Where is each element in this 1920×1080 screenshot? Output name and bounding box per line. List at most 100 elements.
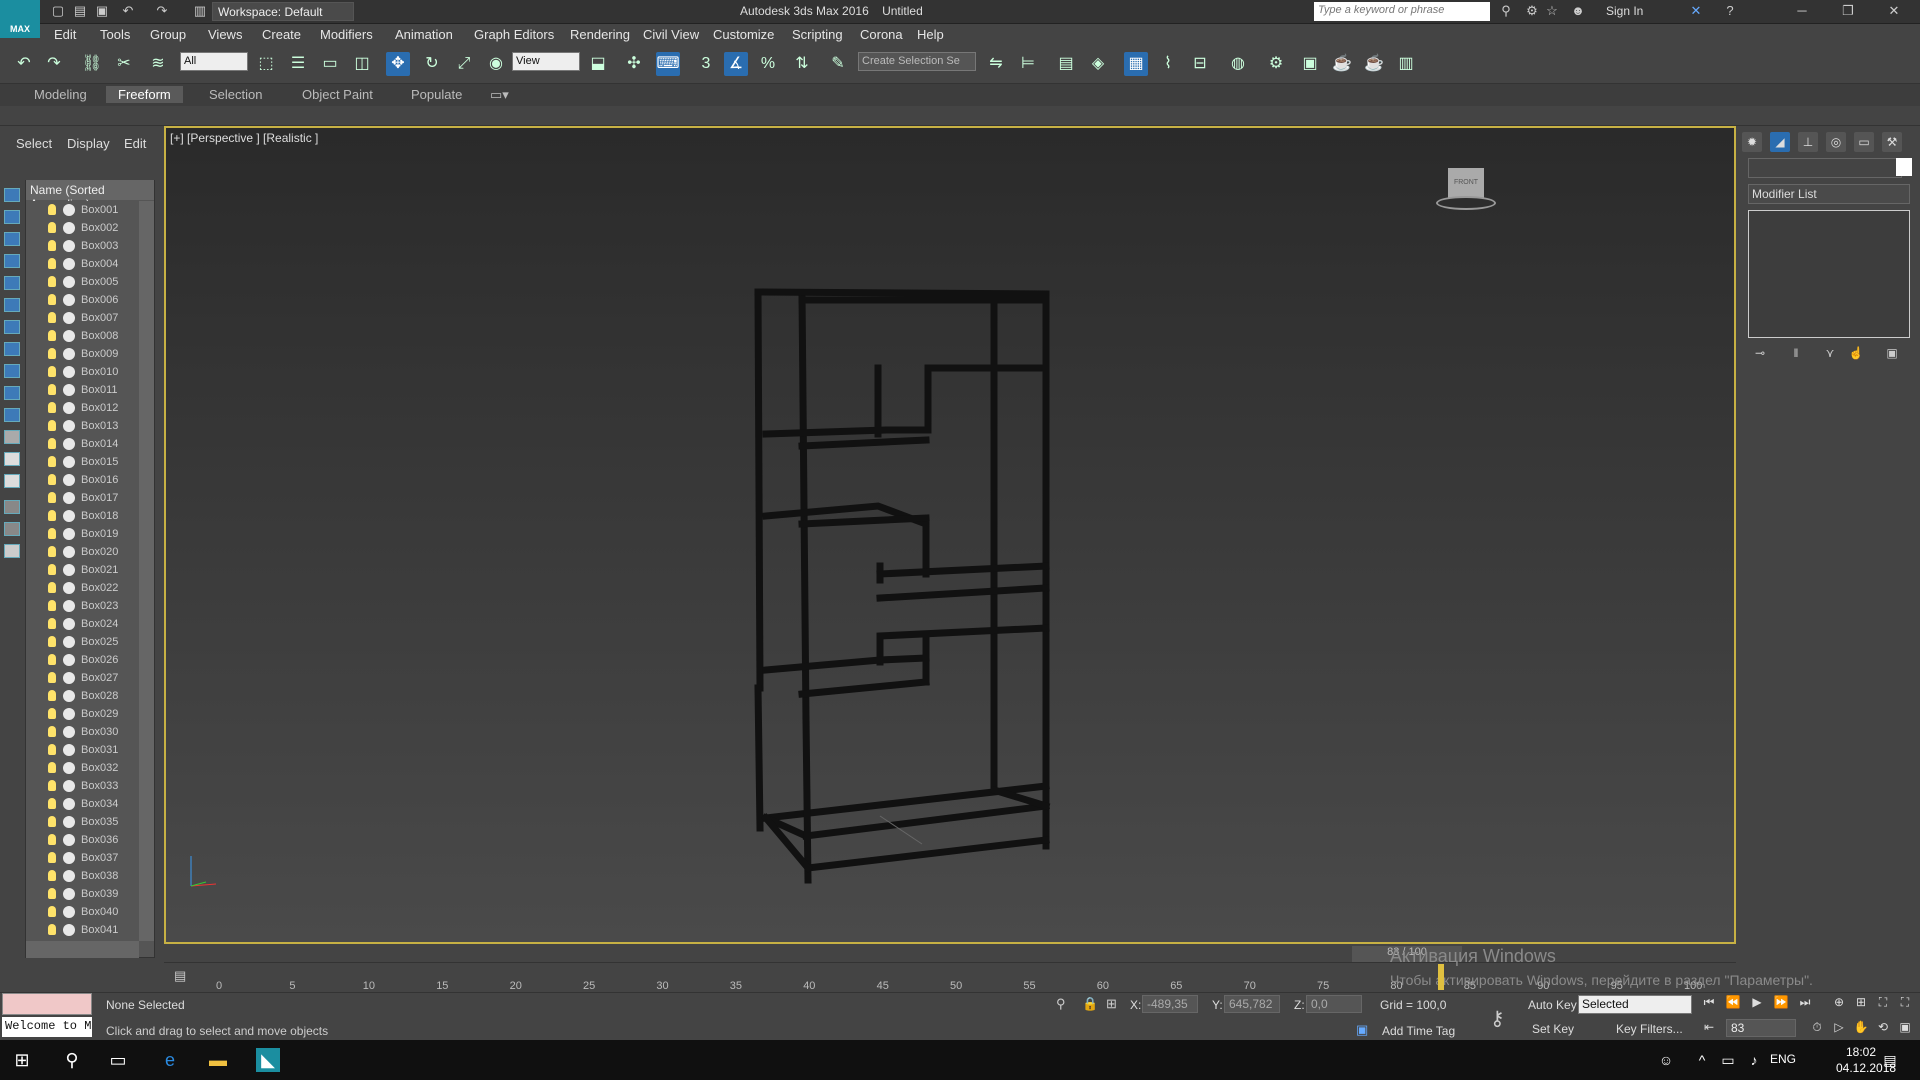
- render-icon[interactable]: ☕: [1330, 52, 1354, 76]
- menu-group[interactable]: Group: [150, 27, 186, 42]
- select-all-icon[interactable]: [4, 430, 20, 444]
- light-bulb-icon[interactable]: [48, 708, 56, 719]
- perspective-viewport[interactable]: FRONT: [164, 126, 1736, 944]
- redo-quick-icon[interactable]: ↷: [154, 3, 170, 19]
- mini-curve-editor-icon[interactable]: ▤: [174, 968, 186, 984]
- light-bulb-icon[interactable]: [48, 762, 56, 773]
- scene-menu-display[interactable]: Display: [67, 136, 110, 151]
- exchange-icon[interactable]: ✕: [1688, 3, 1704, 19]
- list-item[interactable]: Box017: [26, 489, 139, 507]
- list-item[interactable]: Box036: [26, 831, 139, 849]
- display-geometry-icon[interactable]: [4, 188, 20, 202]
- list-item[interactable]: Box040: [26, 903, 139, 921]
- menu-graph-editors[interactable]: Graph Editors: [474, 27, 554, 42]
- zoom-icon[interactable]: ⊕: [1830, 995, 1848, 1011]
- visibility-icon[interactable]: [63, 924, 75, 936]
- task-view-icon[interactable]: ▭: [106, 1048, 130, 1072]
- snaps-toggle-icon[interactable]: 3: [694, 52, 718, 76]
- light-bulb-icon[interactable]: [48, 906, 56, 917]
- light-bulb-icon[interactable]: [48, 330, 56, 341]
- list-item[interactable]: Box034: [26, 795, 139, 813]
- display-bones-icon[interactable]: [4, 364, 20, 378]
- light-bulb-icon[interactable]: [48, 564, 56, 575]
- visibility-icon[interactable]: [63, 618, 75, 630]
- visibility-icon[interactable]: [63, 276, 75, 288]
- undo-icon[interactable]: ↶: [12, 52, 36, 76]
- visibility-icon[interactable]: [63, 240, 75, 252]
- go-to-start-icon[interactable]: ⏮: [1700, 995, 1718, 1011]
- project-folder-icon[interactable]: ▥: [192, 3, 208, 19]
- light-bulb-icon[interactable]: [48, 204, 56, 215]
- visibility-icon[interactable]: [63, 798, 75, 810]
- play-icon[interactable]: ▶: [1748, 995, 1766, 1011]
- pivot-center-icon[interactable]: ⬓: [586, 52, 610, 76]
- menu-rendering[interactable]: Rendering: [570, 27, 630, 42]
- tab-populate[interactable]: Populate: [411, 87, 462, 102]
- show-end-result-icon[interactable]: ‖: [1788, 346, 1804, 360]
- pin-stack-icon[interactable]: ⊸: [1752, 346, 1768, 360]
- light-bulb-icon[interactable]: [48, 474, 56, 485]
- reference-coordinate-dropdown[interactable]: View: [512, 52, 580, 71]
- visibility-icon[interactable]: [63, 708, 75, 720]
- help-icon[interactable]: ?: [1722, 3, 1738, 19]
- binoculars-icon[interactable]: ⚲: [1498, 3, 1514, 19]
- light-bulb-icon[interactable]: [48, 852, 56, 863]
- app-logo[interactable]: MAX: [0, 0, 40, 38]
- visibility-icon[interactable]: [63, 744, 75, 756]
- zoom-extents-all-icon[interactable]: ⛶: [1896, 995, 1914, 1011]
- open-file-icon[interactable]: ▤: [72, 3, 88, 19]
- keyboard-shortcut-override-icon[interactable]: ⌨: [656, 52, 680, 76]
- find-icon[interactable]: [4, 522, 20, 536]
- z-coordinate-field[interactable]: 0,0: [1306, 995, 1362, 1013]
- new-file-icon[interactable]: ▢: [50, 3, 66, 19]
- visibility-icon[interactable]: [63, 204, 75, 216]
- list-item[interactable]: Box012: [26, 399, 139, 417]
- visibility-icon[interactable]: [63, 402, 75, 414]
- list-item[interactable]: Box041: [26, 921, 139, 939]
- spinner-snap-icon[interactable]: ⇅: [790, 52, 814, 76]
- visibility-icon[interactable]: [63, 726, 75, 738]
- viewcube[interactable]: FRONT: [1448, 168, 1484, 198]
- visibility-icon[interactable]: [63, 420, 75, 432]
- light-bulb-icon[interactable]: [48, 780, 56, 791]
- display-lights-icon[interactable]: [4, 232, 20, 246]
- placement-icon[interactable]: ◉: [484, 52, 508, 76]
- display-tab-icon[interactable]: ▭: [1854, 132, 1874, 152]
- light-bulb-icon[interactable]: [48, 510, 56, 521]
- visibility-icon[interactable]: [63, 762, 75, 774]
- list-item[interactable]: Box029: [26, 705, 139, 723]
- language-indicator[interactable]: ENG: [1770, 1052, 1796, 1066]
- menu-modifiers[interactable]: Modifiers: [320, 27, 373, 42]
- visibility-icon[interactable]: [63, 330, 75, 342]
- save-icon[interactable]: ▣: [94, 3, 110, 19]
- people-icon[interactable]: ☺: [1654, 1048, 1678, 1072]
- menu-customize[interactable]: Customize: [713, 27, 774, 42]
- list-item[interactable]: Box011: [26, 381, 139, 399]
- zoom-extents-icon[interactable]: ⛶: [1874, 995, 1892, 1011]
- visibility-icon[interactable]: [63, 564, 75, 576]
- light-bulb-icon[interactable]: [48, 834, 56, 845]
- menu-views[interactable]: Views: [208, 27, 242, 42]
- tab-object-paint[interactable]: Object Paint: [302, 87, 373, 102]
- visibility-icon[interactable]: [63, 294, 75, 306]
- 3ds-max-taskbar-icon[interactable]: ◣: [256, 1048, 280, 1072]
- list-item[interactable]: Box003: [26, 237, 139, 255]
- list-item[interactable]: Box020: [26, 543, 139, 561]
- current-frame-marker[interactable]: [1438, 964, 1445, 990]
- visibility-icon[interactable]: [63, 780, 75, 792]
- set-key-icon[interactable]: ⚷: [1490, 1006, 1505, 1031]
- orbit-icon[interactable]: ⟲: [1874, 1020, 1892, 1036]
- light-bulb-icon[interactable]: [48, 222, 56, 233]
- light-bulb-icon[interactable]: [48, 294, 56, 305]
- sign-in-link[interactable]: Sign In: [1606, 4, 1643, 18]
- close-icon[interactable]: ✕: [1886, 3, 1902, 19]
- selection-lock-icon[interactable]: 🔒: [1082, 996, 1098, 1012]
- list-item[interactable]: Box038: [26, 867, 139, 885]
- zoom-all-icon[interactable]: ⊞: [1852, 995, 1870, 1011]
- mirror-icon[interactable]: ⇋: [984, 52, 1008, 76]
- list-item[interactable]: Box004: [26, 255, 139, 273]
- toggle-scene-explorer-icon[interactable]: ▦: [1124, 52, 1148, 76]
- menu-animation[interactable]: Animation: [395, 27, 453, 42]
- select-manipulate-icon[interactable]: ✣: [622, 52, 646, 76]
- visibility-icon[interactable]: [63, 474, 75, 486]
